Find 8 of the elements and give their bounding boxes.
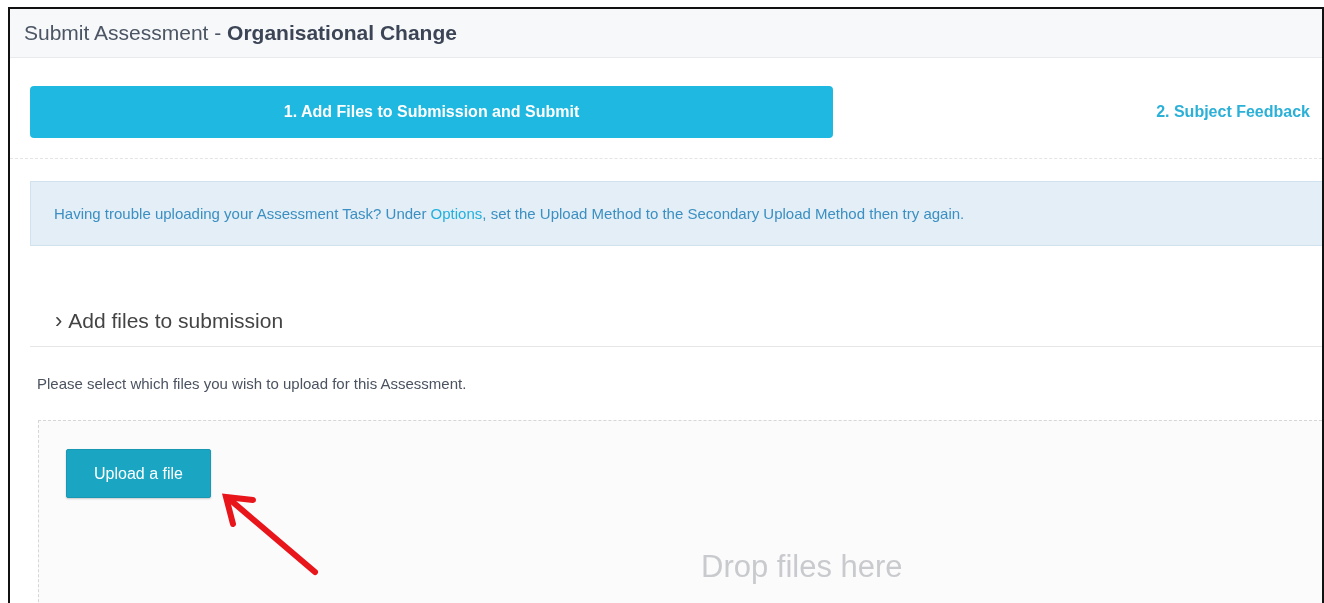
step-tab[interactable]: 2. Subject Feedback [1156,103,1310,121]
section-title[interactable]: Add files to submission [68,309,284,333]
info-alert: Having trouble uploading your Assessment Task? Under Options, set the Upload Method to the Secondary Upload Method then try again. [30,181,1322,246]
page-title: Submit Assessment - Organisational Change [24,21,457,45]
chevron-icon: › [55,308,63,334]
upload-button[interactable]: Upload a file [66,449,211,498]
step-tab[interactable]: 1. Add Files to Submission and Submit [30,86,833,138]
instructions-text: Please select which files you wish to upload for this Assessment. [37,375,468,392]
